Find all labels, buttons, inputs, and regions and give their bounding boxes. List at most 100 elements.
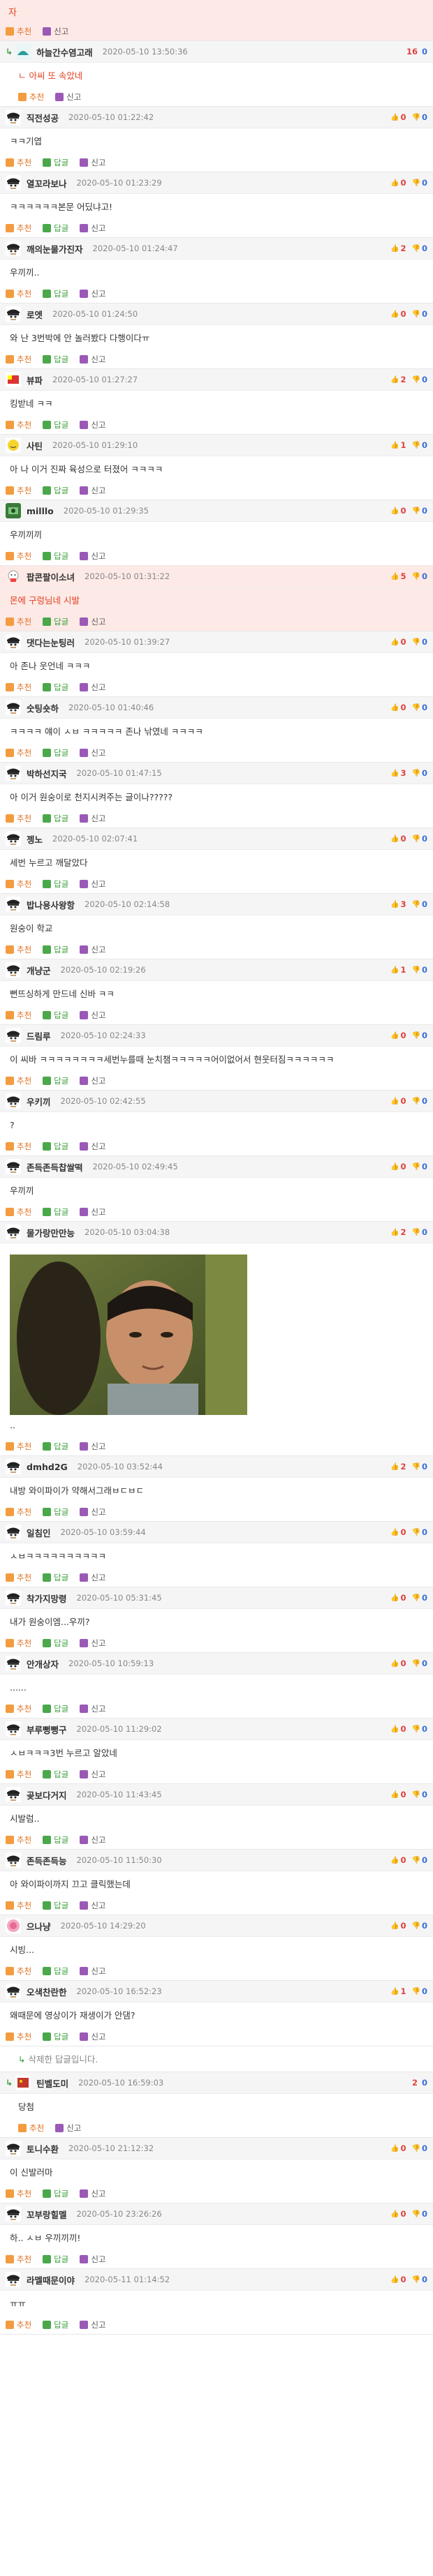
comment-nickname[interactable]: 팝콘팔이소녀 [27,570,75,583]
report-button[interactable]: 신고 [80,2188,106,2199]
thumb-up-icon[interactable]: 👍 [390,245,399,253]
comment-nickname[interactable]: 뷰파 [27,373,43,387]
thumb-down-icon[interactable]: 👎 [412,442,420,449]
reply-button[interactable]: 답글 [43,1834,68,1845]
avatar[interactable] [6,1984,21,1999]
comment-nickname[interactable]: dmhd2G [27,1462,68,1472]
avatar[interactable] [6,1028,21,1043]
comment-nickname[interactable]: 부루뻥뻥구 [27,1723,67,1736]
avatar[interactable] [6,1525,21,1540]
avatar[interactable] [6,1852,21,1868]
avatar[interactable] [6,1721,21,1737]
thumb-down-icon[interactable]: 👎 [412,1098,420,1105]
report-button[interactable]: 신고 [80,354,106,365]
reply-button[interactable]: 답글 [43,616,68,627]
reply-button[interactable]: 답글 [43,1572,68,1583]
recommend-button[interactable]: 추천 [6,288,31,299]
thumb-down-icon[interactable]: 👎 [412,1529,420,1536]
report-button[interactable]: 신고 [80,1638,106,1649]
comment-nickname[interactable]: 직전성공 [27,111,59,124]
reply-button[interactable]: 답글 [43,1141,68,1152]
report-button[interactable]: 신고 [80,944,106,955]
thumb-down-icon[interactable]: 👎 [412,573,420,581]
avatar[interactable] [6,1459,21,1474]
recommend-button[interactable]: 추천 [6,1834,31,1845]
comment-nickname[interactable]: 열꼬라보나 [27,177,67,190]
report-button[interactable]: 신고 [80,1206,106,1218]
comment-nickname[interactable]: milllo [27,506,54,516]
thumb-up-icon[interactable]: 👍 [390,1791,399,1799]
comment-nickname[interactable]: 으나냥 [27,1919,51,1933]
comment-nickname[interactable]: 우키끼 [27,1095,51,1108]
thumb-up-icon[interactable]: 👍 [390,1098,399,1105]
thumb-up-icon[interactable]: 👍 [390,1725,399,1733]
reply-button[interactable]: 답글 [43,2188,68,2199]
comment-nickname[interactable]: 존득존득찹쌀떡 [27,1160,83,1174]
report-button[interactable]: 신고 [80,223,106,234]
recommend-button[interactable]: 추천 [6,485,31,496]
reply-button[interactable]: 답글 [43,1010,68,1021]
report-button[interactable]: 신고 [80,1506,106,1518]
reply-button[interactable]: 답글 [43,1075,68,1086]
comment-nickname[interactable]: 젱노 [27,832,43,846]
recommend-button[interactable]: 추천 [6,1703,31,1714]
thumb-up-icon[interactable]: 👍 [390,1594,399,1602]
recommend-button[interactable]: 추천 [6,1965,31,1977]
reply-button[interactable]: 답글 [43,944,68,955]
avatar[interactable] [6,569,21,584]
thumb-up-icon[interactable]: 👍 [390,770,399,777]
avatar[interactable] [6,2272,21,2287]
thumb-up-icon[interactable]: 👍 [390,2145,399,2152]
thumb-down-icon[interactable]: 👎 [412,179,420,187]
comment-nickname[interactable]: 오색찬란한 [27,1985,67,1998]
avatar[interactable] [6,110,21,125]
recommend-button[interactable]: 추천 [6,2188,31,2199]
thumb-down-icon[interactable]: 👎 [412,1988,420,1995]
thumb-down-icon[interactable]: 👎 [412,835,420,843]
avatar[interactable] [6,2206,21,2222]
thumb-down-icon[interactable]: 👎 [412,966,420,974]
comment-nickname[interactable]: 착가지망령 [27,1592,67,1605]
report-button[interactable]: 신고 [80,1703,106,1714]
avatar[interactable] [6,962,21,978]
recommend-button[interactable]: 추천 [6,2031,31,2042]
comment-nickname[interactable]: 밥나용사왕항 [27,898,75,911]
avatar[interactable] [6,700,21,715]
thumb-up-icon[interactable]: 👍 [390,1529,399,1536]
reply-button[interactable]: 답글 [43,1769,68,1780]
avatar[interactable] [6,831,21,846]
thumb-down-icon[interactable]: 👎 [412,770,420,777]
reply-button[interactable]: 답글 [43,1638,68,1649]
thumb-down-icon[interactable]: 👎 [412,507,420,515]
thumb-up-icon[interactable]: 👍 [390,966,399,974]
avatar[interactable] [6,634,21,650]
avatar[interactable] [6,372,21,387]
thumb-up-icon[interactable]: 👍 [390,1229,399,1236]
recommend-button[interactable]: 추천 [6,813,31,824]
comment-nickname[interactable]: 숫팅숏하 [27,701,59,714]
avatar[interactable] [6,2141,21,2156]
reply-button[interactable]: 답글 [43,1506,68,1518]
thumb-down-icon[interactable]: 👎 [412,1463,420,1471]
thumb-up-icon[interactable]: 👍 [390,114,399,121]
avatar[interactable] [6,1656,21,1671]
recommend-button[interactable]: 추천 [6,1506,31,1518]
avatar[interactable] [6,1590,21,1605]
recommend-button[interactable]: 추천 [6,157,31,168]
thumb-up-icon[interactable]: 👍 [390,1857,399,1864]
comment-nickname[interactable]: 댓다는눈팅러 [27,636,75,649]
thumb-down-icon[interactable]: 👎 [412,1594,420,1602]
thumb-up-icon[interactable]: 👍 [390,179,399,187]
recommend-button[interactable]: 추천 [6,1010,31,1021]
thumb-down-icon[interactable]: 👎 [412,2145,420,2152]
recommend-button[interactable]: 추천 [6,354,31,365]
report-button[interactable]: 신고 [80,2319,106,2330]
comment-nickname[interactable]: 일침인 [27,1526,51,1539]
report-button[interactable]: 신고 [80,1441,106,1452]
avatar[interactable] [6,306,21,322]
thumb-up-icon[interactable]: 👍 [390,901,399,908]
avatar[interactable] [6,437,21,453]
recommend-button[interactable]: 추천 [6,419,31,430]
reply-button[interactable]: 답글 [43,157,68,168]
report-button[interactable]: 신고 [80,878,106,890]
